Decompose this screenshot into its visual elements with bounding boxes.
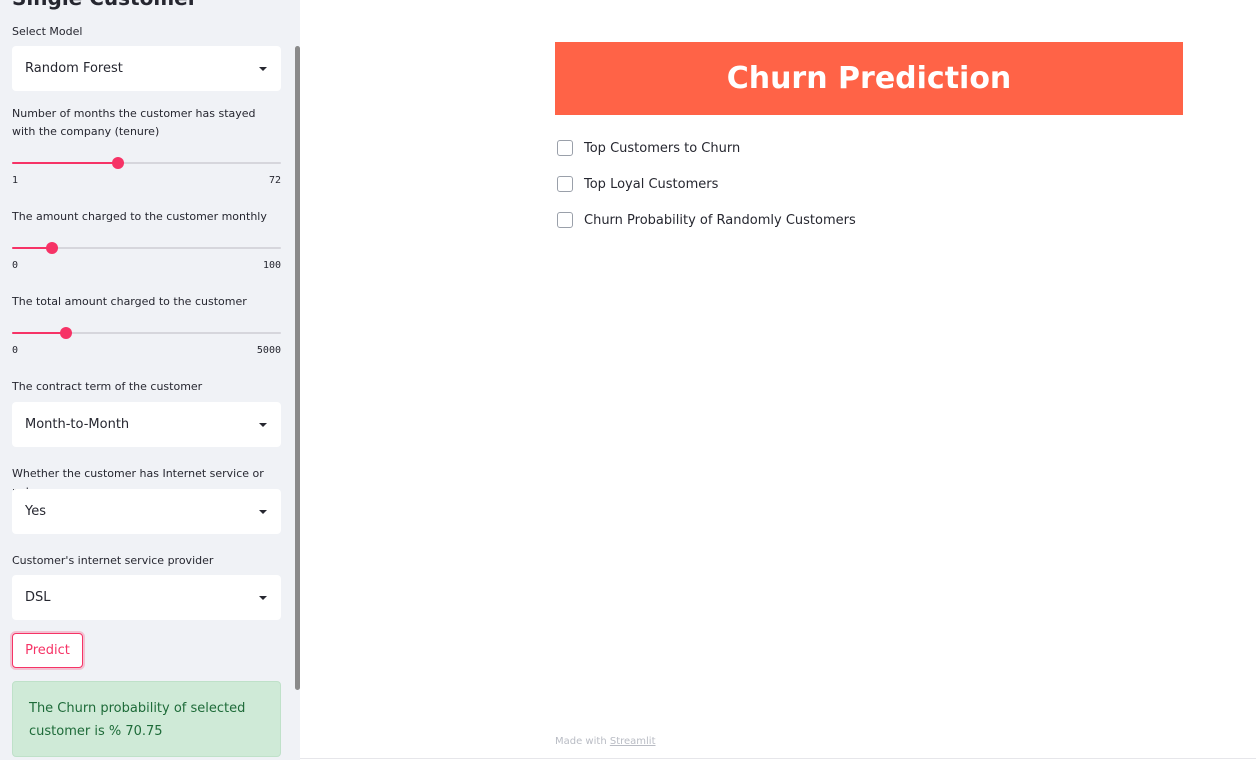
footer: Made with Streamlit xyxy=(555,736,656,747)
footer-prefix: Made with xyxy=(555,736,607,747)
model-select[interactable]: Random Forest xyxy=(12,46,281,91)
checkbox-top-churn[interactable]: Top Customers to Churn xyxy=(557,140,740,156)
model-label: Select Model xyxy=(12,25,83,38)
contract-label: The contract term of the customer xyxy=(12,380,203,393)
monthly-slider[interactable] xyxy=(12,242,281,254)
caret-down-icon xyxy=(259,509,267,514)
provider-select[interactable]: DSL xyxy=(12,575,281,620)
total-max: 5000 xyxy=(256,345,281,356)
checkbox-label: Top Loyal Customers xyxy=(584,176,719,192)
streamlit-app: Single Customer Select Model Random Fore… xyxy=(0,0,1256,760)
caret-down-icon xyxy=(259,595,267,600)
tenure-slider-fill xyxy=(12,162,119,164)
title-banner: Churn Prediction xyxy=(555,42,1183,115)
checkbox-random-churn[interactable]: Churn Probability of Randomly Customers xyxy=(557,212,856,228)
checkbox-label: Churn Probability of Randomly Customers xyxy=(584,212,856,228)
streamlit-link[interactable]: Streamlit xyxy=(610,736,656,747)
caret-down-icon xyxy=(259,422,267,427)
tenure-min: 1 xyxy=(12,175,19,186)
sidebar-scrollbar[interactable] xyxy=(295,46,300,690)
provider-label: Customer's internet service provider xyxy=(12,554,214,567)
tenure-slider[interactable] xyxy=(12,157,281,169)
total-slider[interactable] xyxy=(12,327,281,339)
monthly-min: 0 xyxy=(12,260,19,271)
monthly-label: The amount charged to the customer month… xyxy=(12,210,267,223)
checkbox-box[interactable] xyxy=(557,212,573,228)
internet-select[interactable]: Yes xyxy=(12,489,281,534)
divider xyxy=(300,758,1256,759)
contract-select[interactable]: Month-to-Month xyxy=(12,402,281,447)
model-select-value: Random Forest xyxy=(25,61,123,76)
tenure-max: 72 xyxy=(268,175,281,186)
page-title: Churn Prediction xyxy=(726,61,1012,96)
provider-select-value: DSL xyxy=(25,590,51,605)
total-min: 0 xyxy=(12,345,19,356)
result-success-box: The Churn probability of selected custom… xyxy=(12,681,281,757)
checkbox-label: Top Customers to Churn xyxy=(584,140,741,156)
contract-select-value: Month-to-Month xyxy=(25,417,130,432)
monthly-slider-thumb[interactable] xyxy=(46,242,59,254)
checkbox-top-loyal[interactable]: Top Loyal Customers xyxy=(557,176,718,192)
total-slider-fill xyxy=(12,332,66,334)
checkbox-box[interactable] xyxy=(557,176,573,192)
internet-select-value: Yes xyxy=(25,504,46,519)
sidebar: Single Customer Select Model Random Fore… xyxy=(0,0,300,760)
monthly-max: 100 xyxy=(262,260,281,271)
caret-down-icon xyxy=(259,66,267,71)
total-label: The total amount charged to the customer xyxy=(12,295,247,308)
total-slider-thumb[interactable] xyxy=(59,327,72,339)
sidebar-title: Single Customer xyxy=(12,0,198,10)
checkbox-box[interactable] xyxy=(557,140,573,156)
tenure-slider-thumb[interactable] xyxy=(112,157,125,169)
tenure-label: Number of months the customer has stayed… xyxy=(12,107,256,138)
predict-button[interactable]: Predict xyxy=(12,633,83,668)
